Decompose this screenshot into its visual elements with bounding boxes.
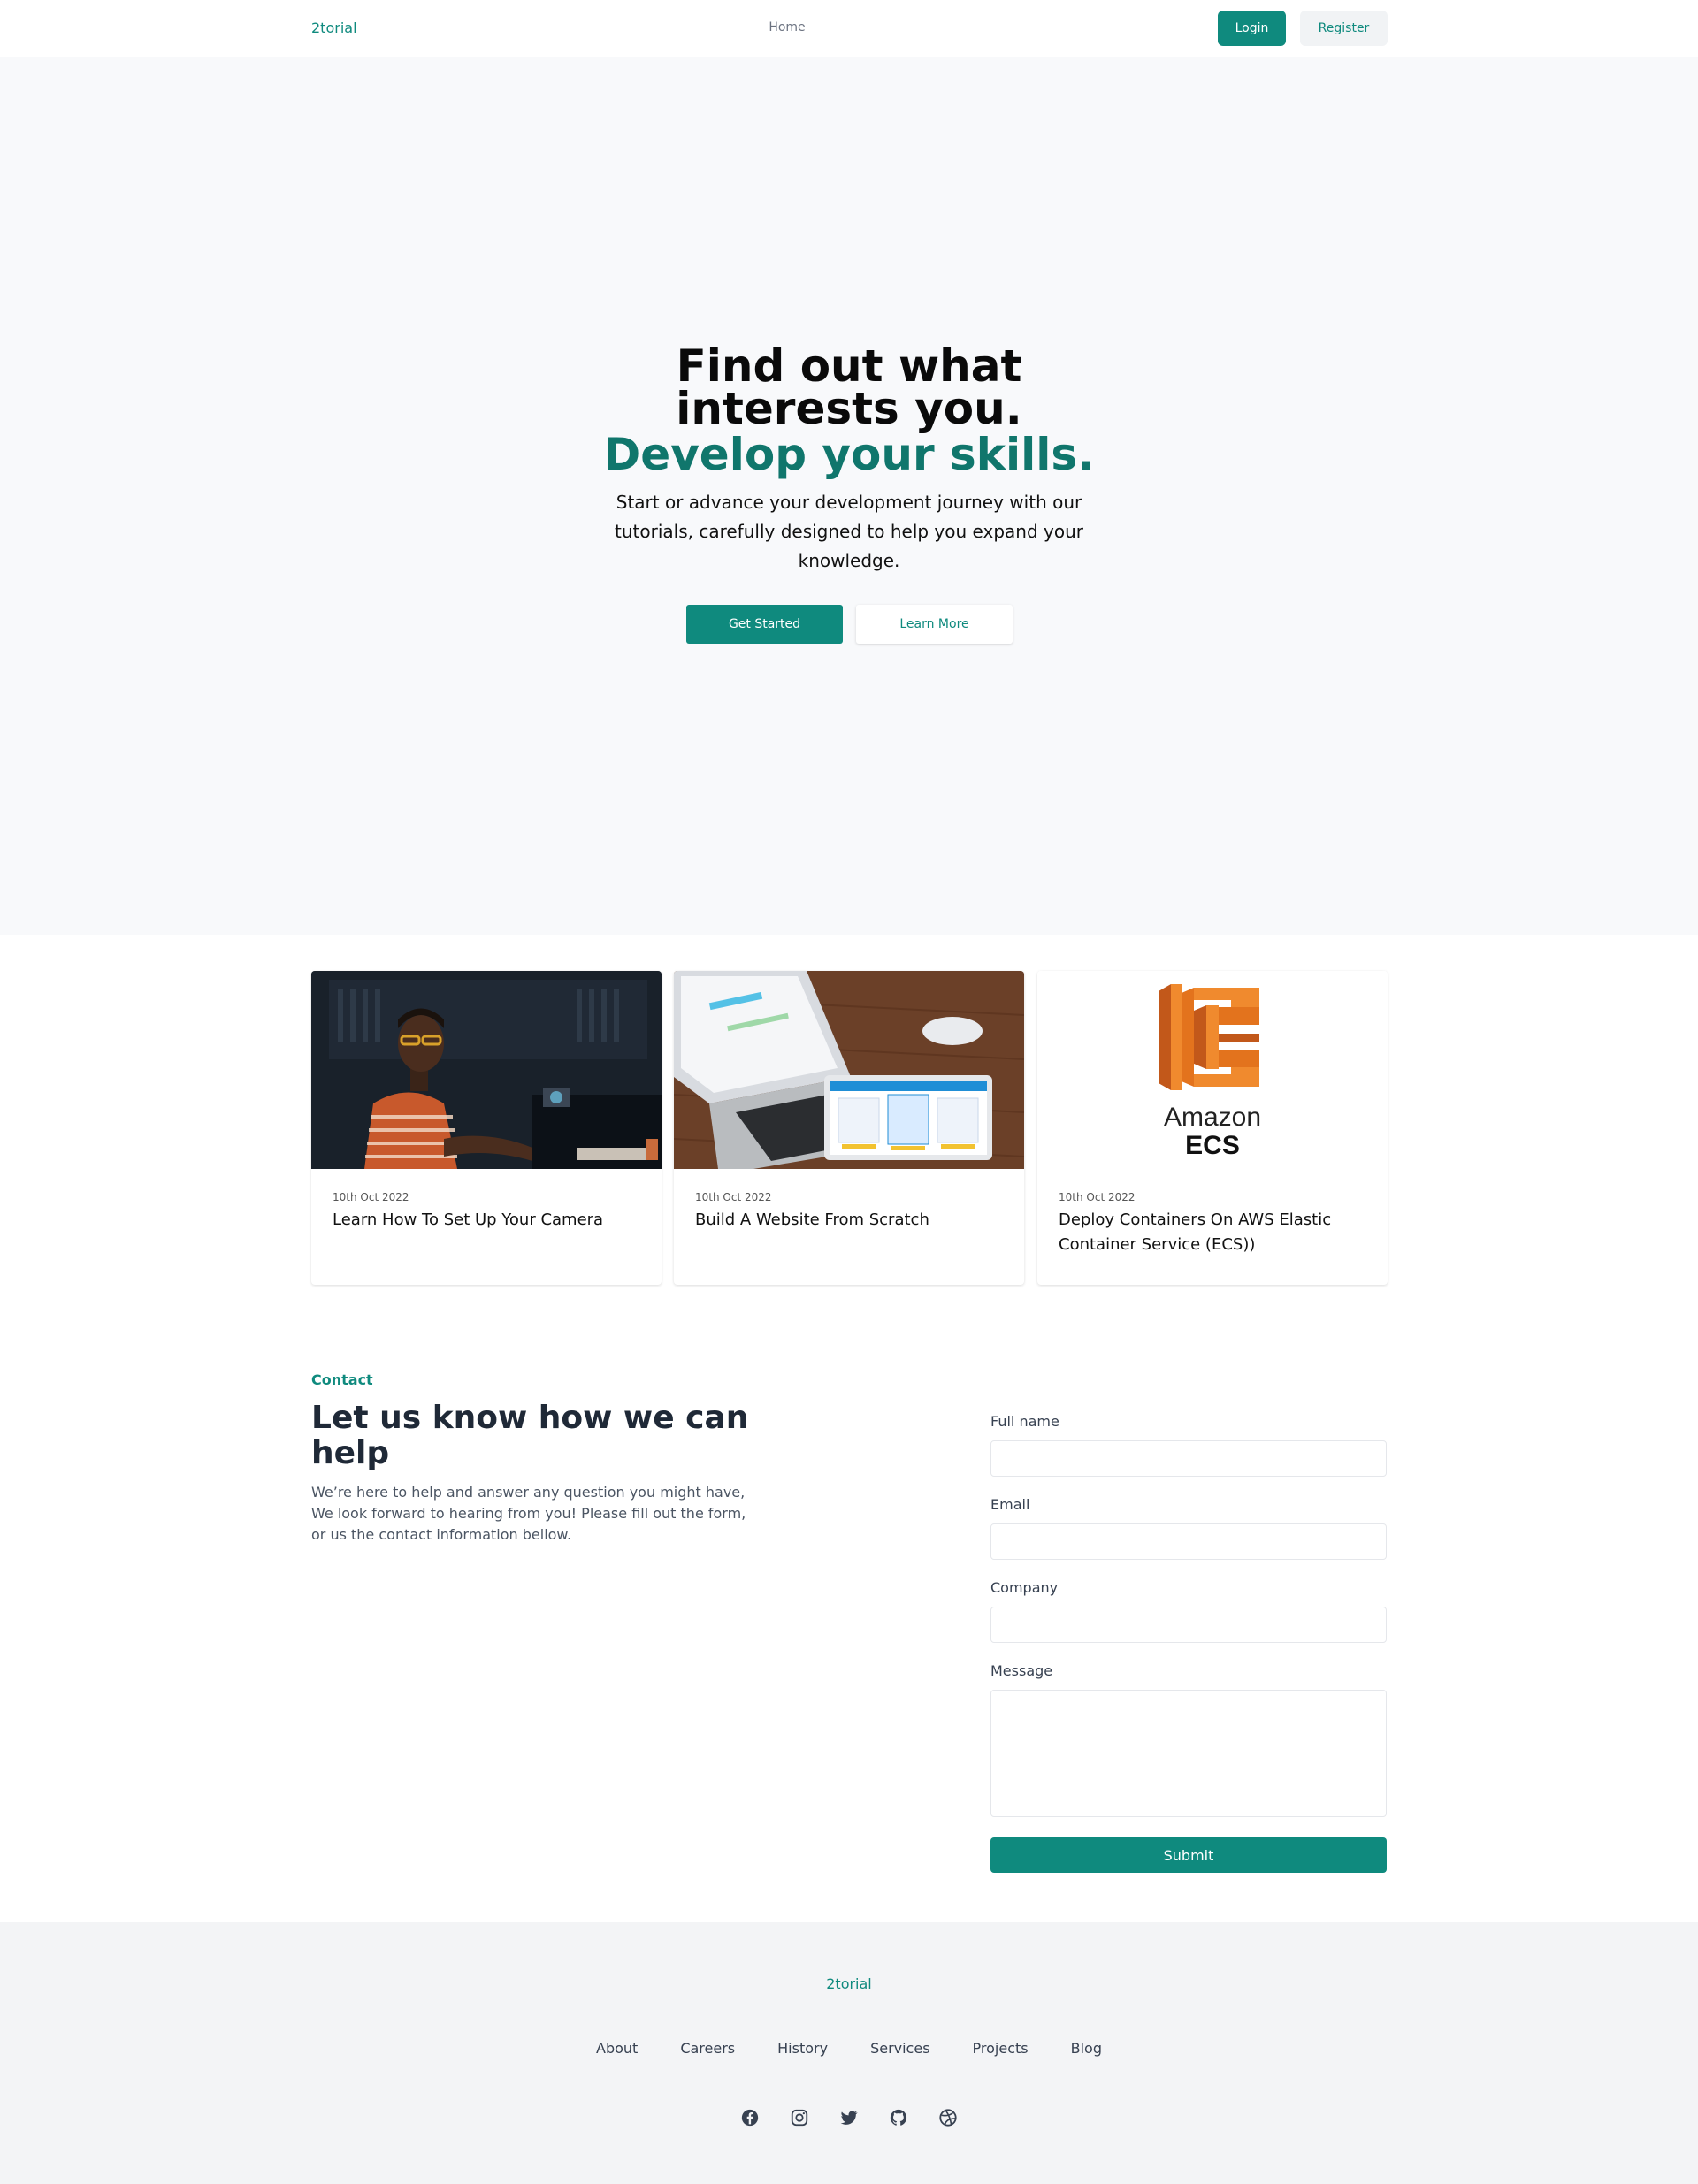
footer-link-services[interactable]: Services <box>870 2040 929 2057</box>
ecs-logo-text-amazon: Amazon <box>1164 1103 1261 1132</box>
instagram-icon[interactable] <box>790 2108 809 2127</box>
laptop-tablet-photo <box>674 971 1024 1169</box>
footer-link-history[interactable]: History <box>777 2040 828 2057</box>
card-title[interactable]: Learn How To Set Up Your Camera <box>333 1208 642 1233</box>
card-title[interactable]: Build A Website From Scratch <box>695 1208 1005 1233</box>
login-button[interactable]: Login <box>1218 11 1286 46</box>
article-card[interactable]: Amazon ECS 10th Oct 2022 Deploy Containe… <box>1037 971 1388 1285</box>
hero-section: Find out what interests you. Develop you… <box>0 57 1698 935</box>
top-navbar: 2torial Home Login Register <box>0 0 1698 57</box>
company-label: Company <box>990 1579 1059 1596</box>
footer-link-careers[interactable]: Careers <box>680 2040 735 2057</box>
card-date: 10th Oct 2022 <box>695 1191 772 1203</box>
twitter-icon[interactable] <box>839 2108 859 2127</box>
company-input[interactable] <box>990 1607 1387 1643</box>
article-card[interactable]: 10th Oct 2022 Build A Website From Scrat… <box>674 971 1024 1285</box>
facebook-icon[interactable] <box>740 2108 760 2127</box>
card-date: 10th Oct 2022 <box>333 1191 409 1203</box>
learn-more-button[interactable]: Learn More <box>856 605 1013 644</box>
footer-links: About Careers History Services Projects … <box>0 2040 1698 2057</box>
amazon-ecs-logo: Amazon ECS <box>1037 971 1388 1169</box>
man-at-desk-photo <box>311 971 662 1169</box>
email-label: Email <box>990 1496 1030 1513</box>
footer-link-projects[interactable]: Projects <box>973 2040 1029 2057</box>
footer: 2torial About Careers History Services P… <box>0 1922 1698 2184</box>
hero-title: Find out what interests you. <box>584 340 1114 434</box>
message-textarea[interactable] <box>990 1690 1387 1817</box>
github-icon[interactable] <box>889 2108 908 2127</box>
get-started-button[interactable]: Get Started <box>686 605 843 644</box>
footer-link-blog[interactable]: Blog <box>1071 2040 1102 2057</box>
hero-title-line-1: Find out what <box>676 340 1022 392</box>
card-title[interactable]: Deploy Containers On AWS Elastic Contain… <box>1059 1208 1368 1257</box>
register-button[interactable]: Register <box>1300 11 1388 46</box>
hero-subtitle: Start or advance your development journe… <box>615 492 1083 571</box>
footer-link-about[interactable]: About <box>596 2040 638 2057</box>
contact-kicker: Contact <box>311 1371 373 1388</box>
card-date: 10th Oct 2022 <box>1059 1191 1136 1203</box>
message-label: Message <box>990 1662 1053 1679</box>
submit-button[interactable]: Submit <box>990 1837 1387 1873</box>
article-card[interactable]: 10th Oct 2022 Learn How To Set Up Your C… <box>311 971 662 1285</box>
contact-description: We’re here to help and answer any questi… <box>311 1484 746 1543</box>
email-input[interactable] <box>990 1523 1387 1560</box>
dribbble-icon[interactable] <box>938 2108 958 2127</box>
full-name-label: Full name <box>990 1413 1059 1430</box>
contact-heading: Let us know how we can help <box>311 1400 749 1471</box>
hero-accent-title: Develop your skills. <box>603 429 1095 480</box>
hero-title-line-2: interests you. <box>676 383 1022 434</box>
ecs-logo-text-ecs: ECS <box>1185 1131 1240 1160</box>
footer-logo[interactable]: 2torial <box>0 1975 1698 1992</box>
full-name-input[interactable] <box>990 1440 1387 1477</box>
